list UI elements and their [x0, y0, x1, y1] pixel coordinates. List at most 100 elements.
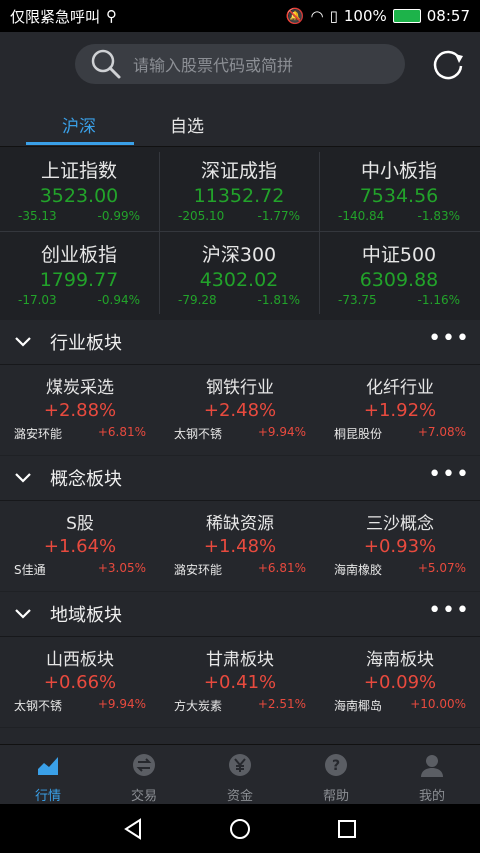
tab-hushen[interactable]: 沪深	[62, 112, 96, 137]
index-value: 4302.02	[199, 269, 279, 291]
mute-icon: 🔕	[285, 7, 305, 25]
index-card[interactable]: 中小板指 7534.56 -140.84 -1.83%	[320, 148, 478, 230]
index-change: -140.84	[338, 209, 385, 223]
chevron-down-icon	[15, 609, 31, 619]
index-card[interactable]: 深证成指 11352.72 -205.10 -1.77%	[160, 148, 318, 230]
sector-percent: +2.48%	[203, 400, 277, 421]
index-card[interactable]: 上证指数 3523.00 -35.13 -0.99%	[0, 148, 158, 230]
search-input[interactable]: 请输入股票代码或简拼	[75, 44, 405, 84]
nav-label: 行情	[34, 789, 61, 804]
help-icon: ?	[325, 754, 347, 776]
sector-cell[interactable]: 山西板块 +0.66% 太钢不锈 +9.94%	[0, 637, 160, 727]
leading-stock-percent: +6.81%	[257, 561, 306, 575]
index-change: -205.10	[178, 209, 225, 223]
sector-percent: +2.88%	[43, 400, 117, 421]
sector-cell[interactable]: S股 +1.64% S佳通 +3.05%	[0, 501, 160, 591]
more-icon[interactable]: •••	[428, 600, 470, 622]
back-icon[interactable]	[122, 818, 144, 840]
user-icon	[421, 755, 443, 777]
section-title: 行业板块	[50, 333, 122, 354]
index-value: 6309.88	[359, 269, 439, 291]
market-tabs: 沪深 自选	[0, 100, 480, 147]
leading-stock: 潞安环能	[174, 563, 223, 577]
index-card[interactable]: 中证500 6309.88 -73.75 -1.16%	[320, 232, 478, 314]
index-name: 沪深300	[201, 244, 277, 266]
leading-stock-percent: +5.07%	[417, 561, 466, 575]
nav-label: 帮助	[322, 789, 349, 804]
index-name: 上证指数	[40, 160, 117, 182]
index-change: -73.75	[338, 293, 377, 307]
active-tab-indicator	[26, 142, 134, 145]
sector-name: 钢铁行业	[206, 378, 274, 398]
nav-trade[interactable]: 交易	[96, 745, 192, 805]
sector-percent: +1.64%	[43, 536, 117, 557]
divider	[319, 152, 320, 314]
nav-funds[interactable]: 资金	[192, 745, 288, 805]
recents-icon[interactable]	[336, 818, 358, 840]
system-nav-bar	[0, 804, 480, 853]
leading-stock: 太钢不锈	[174, 427, 223, 441]
more-icon[interactable]: •••	[428, 464, 470, 486]
leading-stock-percent: +2.51%	[257, 697, 306, 711]
sector-name: 甘肃板块	[206, 650, 274, 670]
sector-cell[interactable]: 海南板块 +0.09% 海南椰岛 +10.00%	[320, 637, 480, 727]
clock: 08:57	[426, 7, 470, 25]
home-icon[interactable]	[229, 818, 251, 840]
sector-percent: +0.09%	[363, 672, 437, 693]
nav-market[interactable]: 行情	[0, 745, 96, 805]
sector-section-partial	[0, 728, 480, 744]
top-bar: 请输入股票代码或简拼	[0, 32, 480, 100]
more-icon[interactable]: •••	[428, 328, 470, 350]
sector-section-region: 地域板块 ••• 山西板块 +0.66% 太钢不锈 +9.94% 甘肃板块 +0.…	[0, 592, 480, 727]
sector-cell[interactable]: 甘肃板块 +0.41% 方大炭素 +2.51%	[160, 637, 320, 727]
leading-stock-percent: +10.00%	[410, 697, 466, 711]
yen-icon	[229, 754, 251, 776]
sector-name: S股	[66, 514, 94, 534]
leading-stock-percent: +9.94%	[257, 425, 306, 439]
sector-cell[interactable]: 三沙概念 +0.93% 海南橡胶 +5.07%	[320, 501, 480, 591]
leading-stock: 桐昆股份	[334, 427, 383, 441]
svg-text:?: ?	[332, 758, 340, 774]
index-percent: -1.83%	[417, 209, 460, 223]
index-change: -35.13	[18, 209, 57, 223]
leading-stock: 潞安环能	[14, 427, 63, 441]
leading-stock-percent: +3.05%	[97, 561, 146, 575]
battery-percent: 100%	[343, 7, 387, 25]
index-percent: -1.77%	[257, 209, 300, 223]
section-header[interactable]: 概念板块 •••	[0, 456, 480, 501]
section-header[interactable]: 地域板块 •••	[0, 592, 480, 637]
sector-section-industry: 行业板块 ••• 煤炭采选 +2.88% 潞安环能 +6.81% 钢铁行业 +2.…	[0, 320, 480, 455]
sector-cell[interactable]: 化纤行业 +1.92% 桐昆股份 +7.08%	[320, 365, 480, 455]
leading-stock: S佳通	[14, 563, 46, 577]
leading-stock: 方大炭素	[174, 699, 223, 713]
index-change: -79.28	[178, 293, 217, 307]
index-value: 7534.56	[359, 185, 439, 207]
tab-favorites[interactable]: 自选	[170, 112, 204, 137]
index-percent: -1.16%	[417, 293, 460, 307]
sector-name: 海南板块	[366, 650, 434, 670]
index-change: -17.03	[18, 293, 57, 307]
sector-name: 三沙概念	[366, 514, 434, 534]
nav-label: 交易	[130, 789, 157, 804]
nav-me[interactable]: 我的	[384, 745, 480, 805]
sector-cell[interactable]: 稀缺资源 +1.48% 潞安环能 +6.81%	[160, 501, 320, 591]
index-value: 1799.77	[39, 269, 119, 291]
sector-percent: +1.92%	[363, 400, 437, 421]
refresh-icon[interactable]	[430, 46, 466, 82]
index-percent: -0.99%	[97, 209, 140, 223]
index-grid: 上证指数 3523.00 -35.13 -0.99% 深证成指 11352.72 …	[0, 148, 480, 316]
nav-help[interactable]: ? 帮助	[288, 745, 384, 805]
section-title: 概念板块	[50, 469, 122, 490]
sector-cell[interactable]: 煤炭采选 +2.88% 潞安环能 +6.81%	[0, 365, 160, 455]
index-name: 中小板指	[360, 160, 437, 182]
section-header[interactable]: 行业板块 •••	[0, 320, 480, 365]
divider	[0, 231, 480, 232]
index-card[interactable]: 创业板指 1799.77 -17.03 -0.94%	[0, 232, 158, 314]
exchange-icon	[133, 754, 155, 776]
index-card[interactable]: 沪深300 4302.02 -79.28 -1.81%	[160, 232, 318, 314]
sector-name: 山西板块	[46, 650, 114, 670]
nav-label: 我的	[418, 789, 445, 804]
sector-cell[interactable]: 钢铁行业 +2.48% 太钢不锈 +9.94%	[160, 365, 320, 455]
battery-icon	[392, 9, 421, 23]
leading-stock: 海南橡胶	[334, 563, 383, 577]
